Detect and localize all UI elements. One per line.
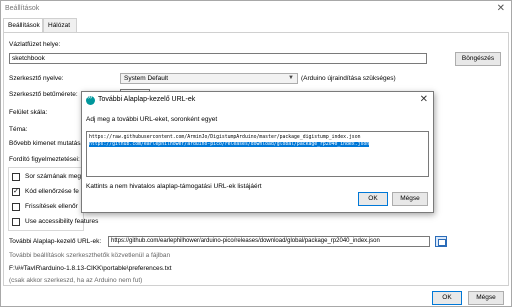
updates-checkbox[interactable] — [12, 203, 20, 211]
ok-button[interactable]: OK — [432, 291, 462, 305]
sketchbook-label: Vázlatfüzet helye: — [9, 41, 61, 48]
browse-button[interactable]: Böngészés — [455, 52, 501, 66]
scale-label: Felület skála: — [9, 109, 48, 116]
language-select-value: System Default — [124, 75, 169, 82]
code-check-checkbox[interactable]: ✓ — [12, 188, 20, 196]
board-urls-input[interactable]: https://github.com/earlephilhower/arduin… — [108, 236, 430, 247]
close-icon[interactable]: ✕ — [497, 3, 505, 15]
warnings-label: Fordító figyelmeztetései: — [9, 156, 80, 163]
title-bar: Beállítások ✕ — [1, 1, 511, 17]
line-numbers-label: Sor számának meg — [25, 173, 81, 180]
tab-network[interactable]: Hálózat — [43, 18, 77, 32]
verbose-label: Bővebb kimenet mutatása: — [9, 140, 86, 147]
prefs-path[interactable]: F:\##TavIR\arduino-1.8.13-CIKK\portable\… — [9, 265, 172, 272]
url-editor-icon[interactable] — [435, 236, 447, 247]
language-select[interactable]: System Default ▼ — [120, 73, 298, 84]
board-urls-dialog: További Alaplap-kezelő URL-ek ✕ Adj meg … — [81, 91, 434, 213]
more-prefs-text: További beállítások szerkeszthetők közve… — [9, 252, 171, 259]
dialog-cancel-button[interactable]: Mégse — [392, 192, 428, 206]
unofficial-urls-link[interactable]: Kattints a nem hivatalos alaplap-támogat… — [86, 183, 262, 190]
language-label: Szerkesztő nyelve: — [9, 75, 64, 82]
url-line-selected: https://github.com/earlephilhower/arduin… — [89, 141, 426, 148]
url-line: https://raw.githubusercontent.com/ArminJ… — [89, 135, 361, 140]
edit-note: (csak akkor szerkeszd, ha az Arduino nem… — [9, 277, 143, 284]
language-note: (Arduino újraindítása szükséges) — [301, 75, 396, 82]
chevron-down-icon: ▼ — [288, 75, 294, 81]
cancel-button[interactable]: Mégse — [468, 291, 504, 305]
theme-label: Téma: — [9, 126, 28, 133]
url-line-selected-text: https://github.com/earlephilhower/arduin… — [89, 142, 370, 147]
arduino-icon — [86, 94, 95, 105]
font-size-label: Szerkesztő betűmérete: — [9, 91, 78, 98]
code-check-label: Kód ellenőrzése fe — [25, 188, 79, 195]
window-title: Beállítások — [5, 5, 40, 12]
tab-settings[interactable]: Beállítások — [3, 18, 43, 33]
checkmark-icon: ✓ — [13, 188, 19, 195]
dialog-close-icon[interactable]: ✕ — [420, 94, 428, 105]
dialog-title: További Alaplap-kezelő URL-ek — [98, 96, 196, 103]
accessibility-label: Use accessibility features — [25, 218, 99, 225]
line-numbers-checkbox[interactable] — [12, 173, 20, 181]
urls-textarea[interactable]: https://raw.githubusercontent.com/ArminJ… — [86, 131, 429, 177]
accessibility-checkbox[interactable] — [12, 218, 20, 226]
dialog-title-bar: További Alaplap-kezelő URL-ek ✕ — [82, 92, 433, 108]
board-urls-label: További Alaplap-kezelő URL-ek: — [9, 238, 102, 245]
sketchbook-input[interactable]: sketchbook — [9, 53, 427, 64]
dialog-prompt: Adj meg a további URL-eket, soronként eg… — [86, 116, 218, 123]
dialog-ok-button[interactable]: OK — [358, 192, 388, 206]
updates-label: Frissítések ellenőr — [25, 203, 78, 210]
